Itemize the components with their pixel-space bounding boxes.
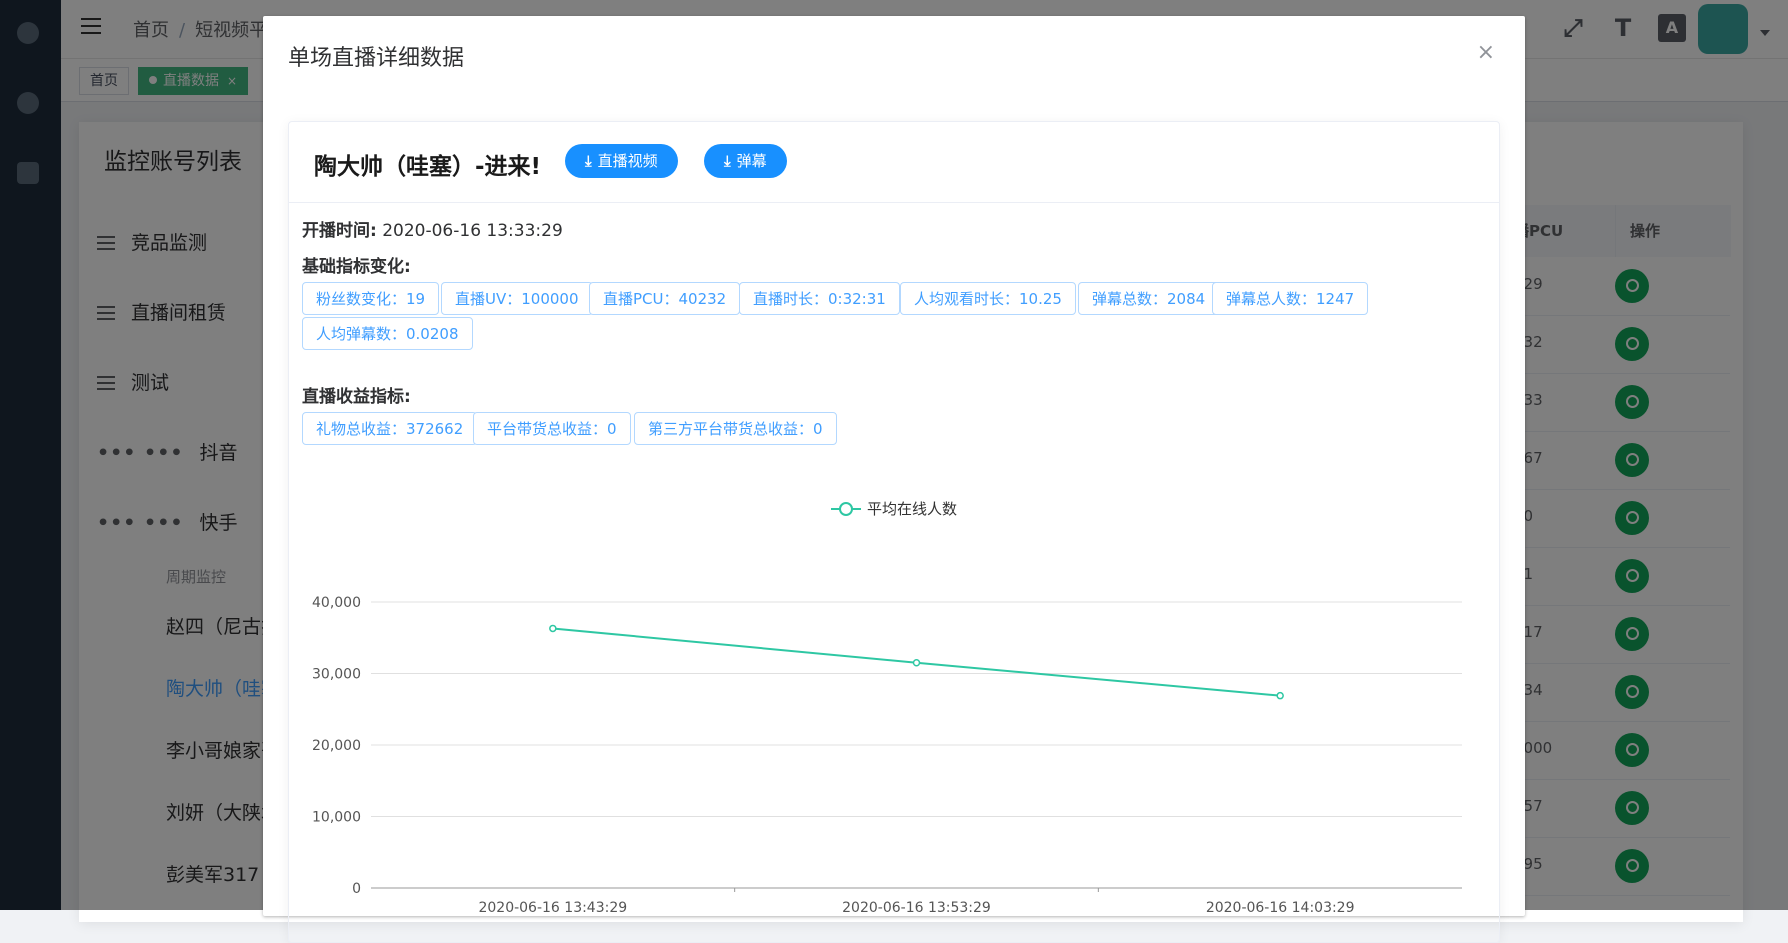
basic-metrics-title: 基础指标变化: [302,257,411,277]
x-tick-label: 2020-06-16 13:43:29 [478,900,627,916]
legend-label: 平均在线人数 [866,500,957,518]
start-time-row: 开播时间: 2020-06-16 13:33:29 [302,216,563,241]
download-video-button[interactable]: ⤓ 直播视频 [565,144,678,178]
metric-chip: 直播UV：100000 [441,282,593,315]
y-tick-label: 40,000 [312,595,361,611]
download-icon: ⤓ [724,152,731,170]
detail-card-header: 陶大帅（哇塞）-进来! ⤓ 直播视频 ⤓ 弹幕 [289,122,1499,203]
y-tick-label: 10,000 [312,810,361,826]
start-time-label: 开播时间: [302,221,377,241]
metric-chip: 弹幕总数：2084 [1078,282,1220,315]
download-icon: ⤓ [585,152,592,170]
y-tick-label: 20,000 [312,738,361,754]
close-icon[interactable]: × [1477,40,1495,65]
revenue-metrics-title: 直播收益指标: [302,387,411,407]
revenue-metrics-chips: 礼物总收益：372662 平台带货总收益：0 第三方平台带货总收益：0 [302,412,1492,448]
revenue-chip: 平台带货总收益：0 [473,412,631,445]
detail-card: 陶大帅（哇塞）-进来! ⤓ 直播视频 ⤓ 弹幕 开播时间: 2020-06-16 1… [288,121,1500,943]
y-tick-label: 0 [352,881,361,897]
data-point [912,659,921,667]
basic-metrics-chips: 粉丝数变化：19 直播UV：100000 直播PCU：40232 直播时长：0:… [302,282,1492,354]
y-tick-label: 30,000 [312,667,361,683]
revenue-chip: 第三方平台带货总收益：0 [634,412,837,445]
metric-chip: 直播PCU：40232 [589,282,741,315]
download-danmu-button[interactable]: ⤓ 弹幕 [704,144,787,178]
chart-legend[interactable]: 平均在线人数 [289,498,1499,519]
metric-chip: 人均弹幕数：0.0208 [302,317,473,350]
metric-chip: 弹幕总人数：1247 [1212,282,1369,315]
metric-chip: 粉丝数变化：19 [302,282,440,315]
live-detail-dialog: 单场直播详细数据 × 陶大帅（哇塞）-进来! ⤓ 直播视频 ⤓ 弹幕 开播时间: 2… [263,16,1525,943]
data-point [549,624,557,633]
revenue-chip: 礼物总收益：372662 [302,412,478,445]
metric-chip: 直播时长：0:32:31 [739,282,900,315]
metric-chip: 人均观看时长：10.25 [900,282,1076,315]
dialog-title: 单场直播详细数据 [288,46,465,71]
line-chart: 40,000 30,000 20,000 10,000 0 2020-06-16 13:4… [312,595,1462,916]
legend-line-icon [830,502,861,516]
download-video-label: 直播视频 [597,152,658,170]
start-time-value: 2020-06-16 13:33:29 [382,221,563,241]
x-tick-label: 2020-06-16 13:53:29 [842,900,991,916]
data-point [1276,691,1284,700]
x-tick-label: 2020-06-16 14:03:29 [1206,900,1355,916]
download-danmu-label: 弹幕 [736,152,767,170]
stream-name: 陶大帅（哇塞）-进来! [314,154,542,180]
